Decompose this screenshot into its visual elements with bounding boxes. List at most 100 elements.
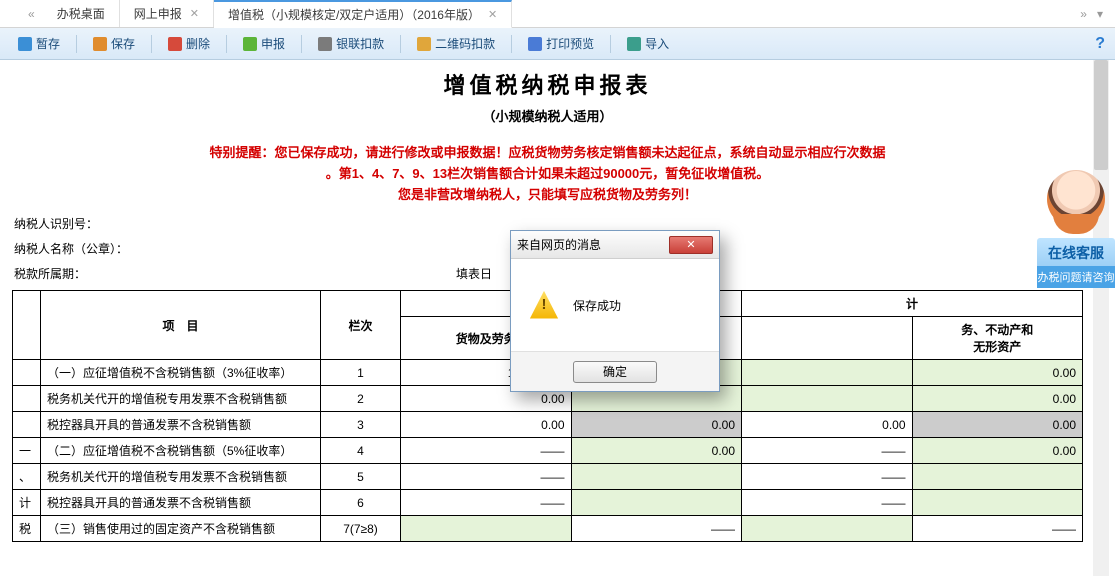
tab-online-declare[interactable]: 网上申报 ✕ <box>120 0 214 27</box>
tabs-bar: « 办税桌面 网上申报 ✕ 增值税（小规模核定/双定户适用）（2016年版） ✕ »… <box>0 0 1115 28</box>
cell-c4[interactable] <box>912 490 1083 516</box>
dialog-close-button[interactable]: ✕ <box>669 236 713 254</box>
save-button[interactable]: 保存 <box>85 33 143 54</box>
table-row: 税（三）销售使用过的固定资产不含税销售额7(7≥8) —— —— <box>13 516 1083 542</box>
tax-period-label: 税款所属期： <box>14 267 86 281</box>
import-icon <box>627 37 641 51</box>
cell-c2[interactable]: 0.00 <box>571 412 742 438</box>
cell-c3[interactable] <box>742 360 913 386</box>
cell-c4[interactable] <box>912 464 1083 490</box>
row-side <box>13 386 41 412</box>
import-button[interactable]: 导入 <box>619 33 677 54</box>
toolbar: 暂存 保存 删除 申报 银联扣款 二维码扣款 打印预览 导入 ? <box>0 28 1115 60</box>
row-item: （一）应征增值税不含税销售额（3%征收率） <box>41 360 321 386</box>
row-side <box>13 360 41 386</box>
dialog-titlebar[interactable]: 来自网页的消息 ✕ <box>511 231 719 259</box>
declare-button[interactable]: 申报 <box>235 33 293 54</box>
page-title: 增值税纳税申报表 <box>12 68 1083 100</box>
cell-c3[interactable] <box>742 516 913 542</box>
cell-c2[interactable]: —— <box>571 516 742 542</box>
cell-c3[interactable]: —— <box>742 490 913 516</box>
row-item: 税务机关代开的增值税专用发票不含税销售额 <box>41 386 321 412</box>
tab-vat-form[interactable]: 增值税（小规模核定/双定户适用）（2016年版） ✕ <box>214 0 512 28</box>
tab-label: 增值税（小规模核定/双定户适用）（2016年版） <box>228 6 480 23</box>
cell-c4[interactable]: 0.00 <box>912 412 1083 438</box>
qrpay-button[interactable]: 二维码扣款 <box>409 33 503 54</box>
cell-c2[interactable] <box>571 464 742 490</box>
row-lan: 4 <box>321 438 401 464</box>
row-item: 税务机关代开的增值税专用发票不含税销售额 <box>41 464 321 490</box>
row-item: （二）应征增值税不含税销售额（5%征收率） <box>41 438 321 464</box>
row-side: 税 <box>13 516 41 542</box>
cell-c3[interactable]: —— <box>742 438 913 464</box>
row-side: 一 <box>13 438 41 464</box>
cell-c1[interactable]: —— <box>401 490 572 516</box>
delete-icon <box>168 37 182 51</box>
cell-c1[interactable]: —— <box>401 464 572 490</box>
help-icon[interactable]: ? <box>1095 35 1105 53</box>
tab-desktop[interactable]: 办税桌面 <box>43 0 120 27</box>
taxpayer-id-label: 纳税人识别号： <box>14 217 98 231</box>
cell-c1[interactable] <box>401 516 572 542</box>
qr-icon <box>417 37 431 51</box>
cell-c4[interactable]: 0.00 <box>912 360 1083 386</box>
row-lan: 7(7≥8) <box>321 516 401 542</box>
customer-service-widget[interactable]: 在线客服 办税问题请咨询 <box>1037 170 1115 288</box>
warning-icon <box>529 290 559 320</box>
cell-c4[interactable]: 0.00 <box>912 386 1083 412</box>
warning-banner: 特别提醒：您已保存成功，请进行修改或申报数据！应税货物劳务核定销售额未达起征点，… <box>16 143 1079 205</box>
scrollbar[interactable] <box>1093 60 1109 576</box>
fill-date-label: 填表日 <box>456 265 492 282</box>
save-temp-icon <box>18 37 32 51</box>
dialog-ok-button[interactable]: 确定 <box>573 361 657 383</box>
declare-icon <box>243 37 257 51</box>
tabs-prev-icon[interactable]: « <box>20 0 43 27</box>
table-row: 税控器具开具的普通发票不含税销售额30.000.000.000.00 <box>13 412 1083 438</box>
close-icon[interactable]: ✕ <box>190 7 199 20</box>
table-row: 、税务机关代开的增值税专用发票不含税销售额5———— <box>13 464 1083 490</box>
save-temp-button[interactable]: 暂存 <box>10 33 68 54</box>
row-lan: 5 <box>321 464 401 490</box>
cell-c3[interactable] <box>742 386 913 412</box>
row-lan: 6 <box>321 490 401 516</box>
taxpayer-name-label: 纳税人名称（公章）： <box>14 242 128 256</box>
row-side: 计 <box>13 490 41 516</box>
scrollbar-thumb[interactable] <box>1094 60 1108 170</box>
cell-c1[interactable]: 0.00 <box>401 412 572 438</box>
cell-c3[interactable]: —— <box>742 464 913 490</box>
print-icon <box>528 37 542 51</box>
cell-c3[interactable]: 0.00 <box>742 412 913 438</box>
print-preview-button[interactable]: 打印预览 <box>520 33 602 54</box>
col-service2: 务、不动产和 无形资产 <box>912 317 1083 360</box>
cell-c4[interactable]: 0.00 <box>912 438 1083 464</box>
row-item: （三）销售使用过的固定资产不含税销售额 <box>41 516 321 542</box>
row-lan: 2 <box>321 386 401 412</box>
row-side: 、 <box>13 464 41 490</box>
unionpay-icon <box>318 37 332 51</box>
row-lan: 1 <box>321 360 401 386</box>
cell-c2[interactable] <box>571 490 742 516</box>
unionpay-button[interactable]: 银联扣款 <box>310 33 392 54</box>
tabs-menu-icon[interactable]: ▾ <box>1097 7 1103 21</box>
dialog-message: 保存成功 <box>573 297 621 314</box>
page-subtitle: （小规模纳税人适用） <box>12 106 1083 125</box>
tab-label: 网上申报 <box>134 5 182 22</box>
close-icon[interactable]: ✕ <box>488 8 497 21</box>
cell-c2[interactable]: 0.00 <box>571 438 742 464</box>
delete-button[interactable]: 删除 <box>160 33 218 54</box>
table-row: 计税控器具开具的普通发票不含税销售额6———— <box>13 490 1083 516</box>
tabs-next-icon[interactable]: » <box>1080 7 1087 21</box>
tab-label: 办税桌面 <box>57 5 105 22</box>
row-item: 税控器具开具的普通发票不含税销售额 <box>41 490 321 516</box>
cs-avatar-icon <box>1047 170 1105 228</box>
row-side <box>13 412 41 438</box>
col-item: 项 目 <box>41 291 321 360</box>
save-success-dialog: 来自网页的消息 ✕ 保存成功 确定 <box>510 230 720 392</box>
row-item: 税控器具开具的普通发票不含税销售额 <box>41 412 321 438</box>
cell-c4[interactable]: —— <box>912 516 1083 542</box>
cs-title: 在线客服 <box>1037 238 1115 266</box>
table-row: 一（二）应征增值税不含税销售额（5%征收率）4——0.00——0.00 <box>13 438 1083 464</box>
cell-c1[interactable]: —— <box>401 438 572 464</box>
col-hj: 计 <box>742 291 1083 317</box>
col-goods2 <box>742 317 913 360</box>
